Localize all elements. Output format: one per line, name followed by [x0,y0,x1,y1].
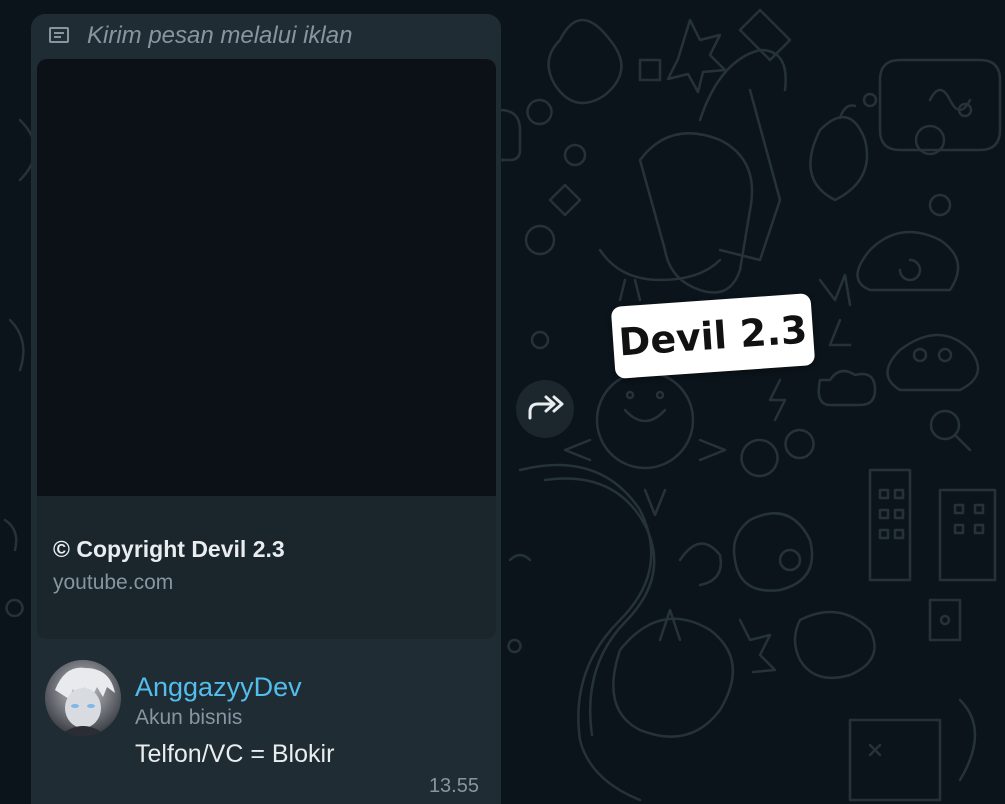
message-text: Telfon/VC = Blokir [135,740,335,768]
ad-header: Kirim pesan melalui iklan [47,22,352,50]
sticker-text: Devil 2.3 [617,307,809,365]
forward-icon [526,392,564,427]
link-preview-thumbnail[interactable] [37,59,496,496]
ad-message-icon [47,24,71,48]
link-preview-title[interactable]: © Copyright Devil 2.3 [53,536,285,563]
avatar[interactable] [45,660,121,736]
link-preview-card[interactable]: © Copyright Devil 2.3 youtube.com [37,59,496,639]
sender-business-label: Akun bisnis [135,706,243,729]
message-bubble[interactable]: Kirim pesan melalui iklan © Copyright De… [31,14,501,804]
link-preview-domain: youtube.com [53,571,174,594]
forward-button[interactable] [516,380,574,438]
message-timestamp: 13.55 [428,775,479,797]
sticker[interactable]: Devil 2.3 [610,293,816,379]
ad-header-label: Kirim pesan melalui iklan [87,22,353,49]
sender-name[interactable]: AnggazyyDev [135,672,302,703]
chat-background: Kirim pesan melalui iklan © Copyright De… [0,0,1005,804]
